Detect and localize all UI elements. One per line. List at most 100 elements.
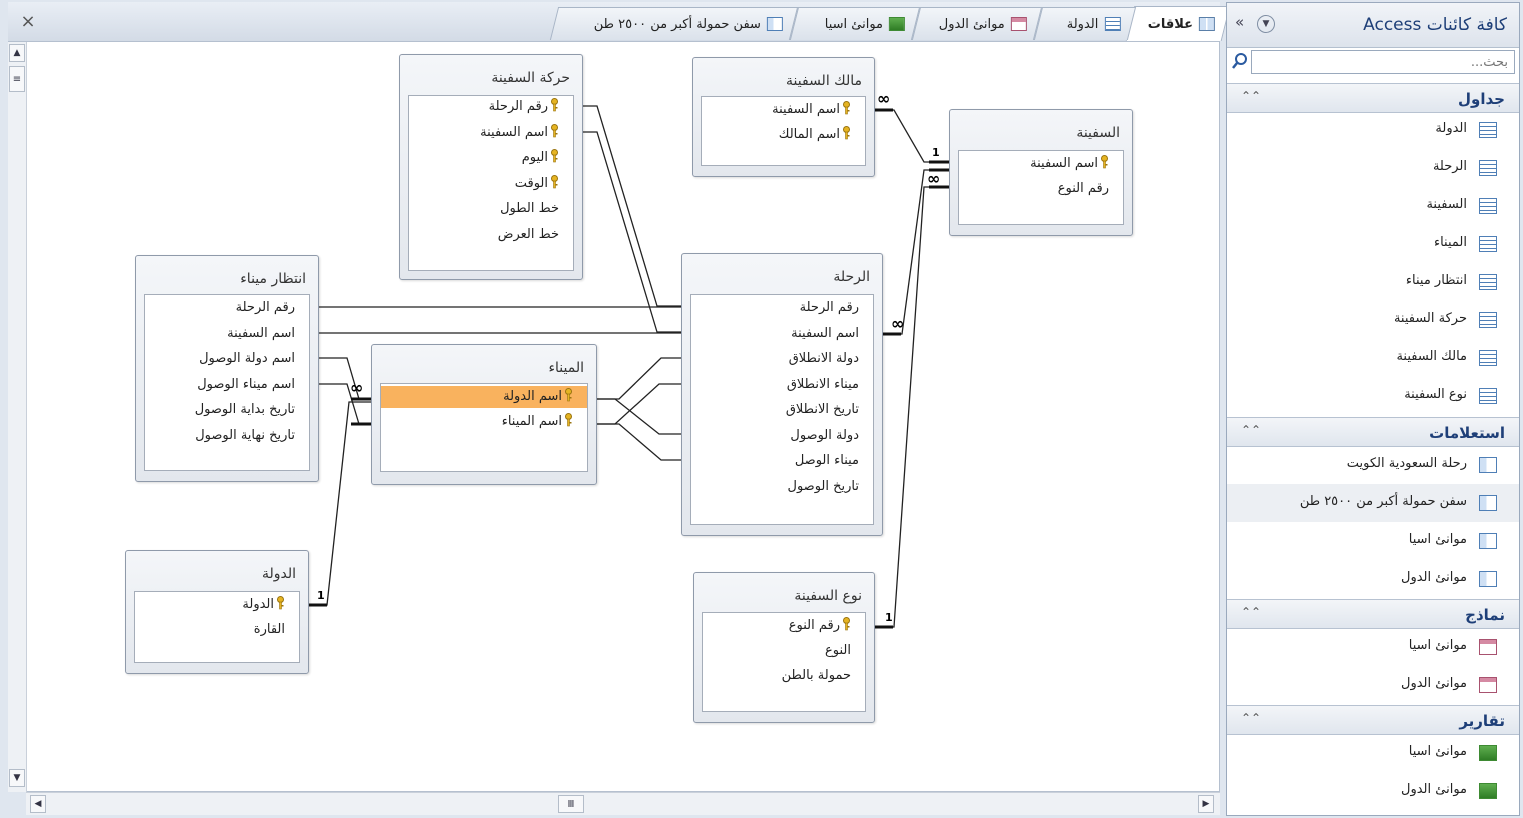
tab-table-dawla[interactable]: الدولة bbox=[1033, 7, 1137, 40]
dropdown-icon[interactable]: ▼ bbox=[1257, 15, 1275, 33]
table-harakat-safina[interactable]: حركة السفينة رقم الرحلة اسم السفينة اليو… bbox=[399, 54, 583, 280]
nav-group-queries[interactable]: استعلامات ⌃⌃ bbox=[1227, 417, 1519, 447]
nav-item-label: حركة السفينة bbox=[1393, 311, 1467, 326]
field-list: رقم الرحلة اسم السفينة اسم دولة الوصول ا… bbox=[144, 294, 310, 471]
field-row[interactable]: رقم الرحلة bbox=[145, 297, 309, 319]
field-row[interactable]: حمولة بالطن bbox=[703, 665, 865, 687]
nav-title[interactable]: كافة كائنات Access bbox=[1363, 15, 1507, 35]
field-row[interactable]: اسم السفينة bbox=[702, 99, 865, 121]
collapse-group-icon[interactable]: ⌃⌃ bbox=[1241, 423, 1261, 437]
field-row[interactable]: خط الطول bbox=[409, 198, 573, 220]
nav-item[interactable]: موانئ اسيا bbox=[1227, 522, 1519, 560]
field-row[interactable]: اسم السفينة bbox=[145, 323, 309, 345]
nav-item[interactable]: حركة السفينة bbox=[1227, 301, 1519, 339]
group-label: جداول bbox=[1458, 90, 1505, 108]
table-mina[interactable]: الميناء اسم الدولة اسم الميناء bbox=[371, 344, 597, 485]
tab-query-big-ships[interactable]: سفن حمولة أكبر من ٢٥٠٠ طن bbox=[549, 7, 799, 40]
scroll-thumb[interactable]: Ⅲ bbox=[558, 795, 584, 813]
field-row-selected[interactable]: اسم الدولة bbox=[381, 386, 587, 408]
field-row[interactable]: تاريخ الانطلاق bbox=[691, 399, 873, 421]
field-row[interactable]: الوقت bbox=[409, 173, 573, 195]
collapse-group-icon[interactable]: ⌃⌃ bbox=[1241, 89, 1261, 103]
nav-group-tables[interactable]: جداول ⌃⌃ bbox=[1227, 83, 1519, 113]
nav-item[interactable]: موانئ الدول bbox=[1227, 560, 1519, 598]
field-row[interactable]: اسم ميناء الوصول bbox=[145, 374, 309, 396]
table-safina[interactable]: السفينة اسم السفينة رقم النوع bbox=[949, 109, 1133, 236]
field-row[interactable]: ميناء الانطلاق bbox=[691, 374, 873, 396]
horizontal-scrollbar[interactable]: ◀ Ⅲ ▶ bbox=[26, 792, 1220, 815]
field-row[interactable]: رقم الرحلة bbox=[409, 96, 573, 118]
nav-item[interactable]: السفينة bbox=[1227, 187, 1519, 225]
field-row[interactable]: دولة الانطلاق bbox=[691, 348, 873, 370]
collapse-group-icon[interactable]: ⌃⌃ bbox=[1241, 711, 1261, 725]
nav-item-label: موانئ الدول bbox=[1401, 676, 1467, 691]
nav-item[interactable]: نوع السفينة bbox=[1227, 377, 1519, 415]
relationships-canvas[interactable]: ∞ 1 ∞ ∞ 1 1 ∞ حركة السفينة رقم الرحلة اس… bbox=[8, 41, 1220, 792]
nav-group-forms[interactable]: نماذج ⌃⌃ bbox=[1227, 599, 1519, 629]
table-title: الميناء bbox=[548, 360, 584, 376]
scroll-down-icon[interactable]: ▼ bbox=[9, 769, 25, 787]
field-row[interactable]: اسم المالك bbox=[702, 124, 865, 146]
nav-item[interactable]: الميناء bbox=[1227, 225, 1519, 263]
nav-item[interactable]: موانئ الدول bbox=[1227, 666, 1519, 704]
collapse-group-icon[interactable]: ⌃⌃ bbox=[1241, 605, 1261, 619]
field-row[interactable]: رقم النوع bbox=[703, 615, 865, 637]
field-row[interactable]: اسم دولة الوصول bbox=[145, 348, 309, 370]
field-row[interactable]: تاريخ الوصول bbox=[691, 476, 873, 498]
field-row[interactable]: رقم الرحلة bbox=[691, 297, 873, 319]
field-row[interactable]: اسم السفينة bbox=[691, 323, 873, 345]
field-row[interactable]: اسم السفينة bbox=[959, 153, 1123, 175]
scroll-left-icon[interactable]: ◀ bbox=[30, 795, 46, 813]
field-row[interactable]: اليوم bbox=[409, 147, 573, 169]
field-row[interactable]: خط العرض bbox=[409, 224, 573, 246]
nav-item-label: موانئ اسيا bbox=[1408, 532, 1467, 547]
search-input[interactable] bbox=[1252, 51, 1514, 73]
collapse-pane-icon[interactable]: » bbox=[1235, 13, 1244, 31]
field-list: رقم الرحلة اسم السفينة دولة الانطلاق مين… bbox=[690, 294, 874, 525]
field-list: الدولة القارة bbox=[134, 591, 300, 663]
table-icon bbox=[1479, 350, 1497, 366]
nav-item[interactable]: مالك السفينة bbox=[1227, 339, 1519, 377]
nav-item[interactable]: الدولة bbox=[1227, 111, 1519, 149]
table-rihla[interactable]: الرحلة رقم الرحلة اسم السفينة دولة الانط… bbox=[681, 253, 883, 536]
field-name: اليوم bbox=[521, 150, 548, 165]
nav-item-label: موانئ الدول bbox=[1401, 782, 1467, 797]
nav-item[interactable]: انتظار ميناء bbox=[1227, 263, 1519, 301]
search-icon[interactable] bbox=[1231, 50, 1249, 72]
field-row[interactable]: رقم النوع bbox=[959, 178, 1123, 200]
table-malik-safina[interactable]: مالك السفينة اسم السفينة اسم المالك bbox=[692, 57, 875, 177]
field-row[interactable]: دولة الوصول bbox=[691, 425, 873, 447]
table-intizar-mina[interactable]: انتظار ميناء رقم الرحلة اسم السفينة اسم … bbox=[135, 255, 319, 482]
scroll-up-icon[interactable]: ▲ bbox=[9, 44, 25, 62]
field-row[interactable]: تاريخ نهاية الوصول bbox=[145, 425, 309, 447]
nav-item[interactable]: رحلة السعودية الكويت bbox=[1227, 446, 1519, 484]
table-naw-safina[interactable]: نوع السفينة رقم النوع النوع حمولة بالطن bbox=[693, 572, 875, 723]
nav-item-highlighted[interactable]: سفن حمولة أكبر من ٢٥٠٠ طن bbox=[1227, 484, 1519, 522]
field-row[interactable]: القارة bbox=[135, 619, 299, 641]
tab-label: موانئ اسيا bbox=[824, 16, 883, 32]
field-row[interactable]: اسم الميناء bbox=[381, 411, 587, 433]
table-dawla[interactable]: الدولة الدولة القارة bbox=[125, 550, 309, 674]
tab-report-mawani-asia[interactable]: موانئ اسيا bbox=[789, 7, 921, 40]
nav-item[interactable]: موانئ اسيا bbox=[1227, 628, 1519, 666]
field-row[interactable]: النوع bbox=[703, 640, 865, 662]
field-row[interactable]: ميناء الوصل bbox=[691, 450, 873, 472]
query-icon bbox=[1479, 571, 1497, 587]
tab-label: الدولة bbox=[1067, 16, 1099, 32]
scroll-thumb[interactable]: ≡ bbox=[9, 66, 25, 92]
field-name: اسم دولة الوصول bbox=[199, 351, 295, 366]
field-row[interactable]: الدولة bbox=[135, 594, 299, 616]
tab-form-mawani-duwal[interactable]: موانئ الدول bbox=[911, 7, 1043, 40]
nav-item[interactable]: موانئ اسيا bbox=[1227, 734, 1519, 772]
nav-item[interactable]: موانئ الدول bbox=[1227, 772, 1519, 810]
close-icon[interactable]: × bbox=[16, 8, 40, 36]
group-label: تقارير bbox=[1459, 712, 1505, 730]
nav-item[interactable]: الرحلة bbox=[1227, 149, 1519, 187]
field-row[interactable]: اسم السفينة bbox=[409, 122, 573, 144]
scroll-right-icon[interactable]: ▶ bbox=[1198, 795, 1214, 813]
vertical-scrollbar[interactable]: ▲ ≡ ▼ bbox=[8, 42, 27, 792]
nav-group-reports[interactable]: تقارير ⌃⌃ bbox=[1227, 705, 1519, 735]
form-icon bbox=[1479, 677, 1497, 693]
field-row[interactable]: تاريخ بداية الوصول bbox=[145, 399, 309, 421]
tab-relationships[interactable]: علاقات bbox=[1125, 6, 1231, 41]
